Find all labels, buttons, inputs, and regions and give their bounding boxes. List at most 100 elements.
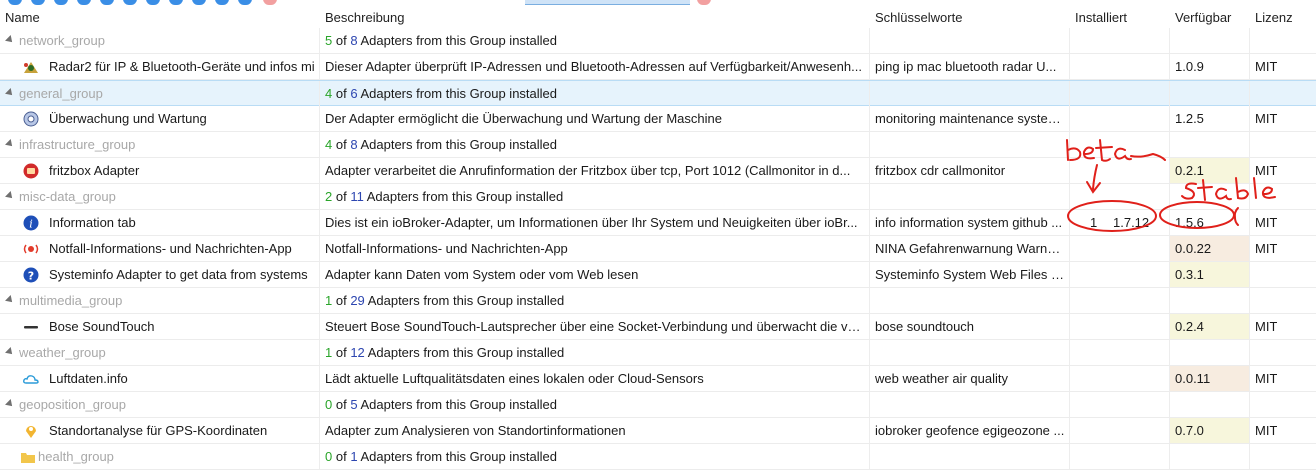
group-name: network_group bbox=[19, 33, 105, 48]
toolbar-button-icon[interactable] bbox=[123, 0, 137, 5]
adapter-keywords: iobroker geofence egigeozone ... bbox=[875, 423, 1065, 438]
toolbar-button-icon[interactable] bbox=[8, 0, 22, 5]
collapse-toggle-icon[interactable] bbox=[5, 35, 15, 45]
collapse-toggle-icon[interactable] bbox=[5, 139, 15, 149]
column-divider bbox=[1169, 392, 1170, 417]
group-row[interactable]: general_group 4 of 6 Adapters from this G… bbox=[0, 80, 1316, 106]
search-input[interactable] bbox=[525, 0, 690, 5]
group-row[interactable]: infrastructure_group 4 of 8 Adapters from… bbox=[0, 132, 1316, 158]
group-install-summary: 4 of 8 Adapters from this Group installe… bbox=[325, 132, 557, 157]
available-version[interactable]: 1.2.5 bbox=[1170, 106, 1249, 131]
adapter-description: Adapter zum Analysieren von Standortinfo… bbox=[325, 423, 626, 438]
group-row[interactable]: health_group 0 of 1 Adapters from this Gr… bbox=[0, 444, 1316, 470]
column-divider bbox=[1069, 184, 1070, 209]
column-header-installed[interactable]: Installiert bbox=[1075, 10, 1127, 25]
available-version[interactable]: 0.2.1 bbox=[1170, 158, 1249, 183]
column-divider bbox=[1069, 81, 1070, 106]
toolbar-button-icon[interactable] bbox=[263, 0, 277, 5]
available-version[interactable]: 0.0.11 bbox=[1170, 366, 1249, 391]
column-divider bbox=[869, 392, 870, 417]
adapter-row[interactable]: Standortanalyse für GPS-Koordinaten Adapt… bbox=[0, 418, 1316, 444]
adapter-name: Luftdaten.info bbox=[49, 371, 128, 386]
column-divider bbox=[1249, 106, 1250, 131]
collapse-toggle-icon[interactable] bbox=[5, 88, 15, 98]
clear-search-icon[interactable] bbox=[697, 0, 711, 5]
group-row[interactable]: misc-data_group 2 of 11 Adapters from thi… bbox=[0, 184, 1316, 210]
column-divider bbox=[869, 262, 870, 287]
column-divider bbox=[1169, 81, 1170, 106]
group-name: misc-data_group bbox=[19, 189, 116, 204]
adapter-name: Systeminfo Adapter to get data from syst… bbox=[49, 267, 308, 282]
svg-text:?: ? bbox=[28, 270, 34, 283]
group-total-count: 8 bbox=[350, 137, 358, 152]
adapter-row[interactable]: Notfall-Informations- und Nachrichten-Ap… bbox=[0, 236, 1316, 262]
column-header-keywords[interactable]: Schlüsselworte bbox=[875, 10, 962, 25]
adapter-row[interactable]: Überwachung und Wartung Der Adapter ermög… bbox=[0, 106, 1316, 132]
adapter-row[interactable]: i Information tab Dies ist ein ioBroker-Ad… bbox=[0, 210, 1316, 236]
column-divider bbox=[869, 236, 870, 261]
toolbar-button-icon[interactable] bbox=[100, 0, 114, 5]
column-divider bbox=[319, 444, 320, 469]
toolbar-button-icon[interactable] bbox=[77, 0, 91, 5]
column-divider bbox=[1069, 444, 1070, 469]
alert-icon bbox=[23, 241, 39, 257]
column-divider bbox=[1249, 236, 1250, 261]
group-row[interactable]: multimedia_group 1 of 29 Adapters from th… bbox=[0, 288, 1316, 314]
collapse-toggle-icon[interactable] bbox=[5, 295, 15, 305]
adapter-row[interactable]: Luftdaten.info Lädt aktuelle Luftqualität… bbox=[0, 366, 1316, 392]
adapter-description: Dies ist ein ioBroker-Adapter, um Inform… bbox=[325, 215, 858, 230]
group-row[interactable]: weather_group 1 of 12 Adapters from this … bbox=[0, 340, 1316, 366]
toolbar-button-icon[interactable] bbox=[146, 0, 160, 5]
group-name: infrastructure_group bbox=[19, 137, 136, 152]
column-divider bbox=[1249, 132, 1250, 157]
toolbar-button-icon[interactable] bbox=[192, 0, 206, 5]
available-version[interactable]: 0.7.0 bbox=[1170, 418, 1249, 443]
column-header-name[interactable]: Name bbox=[5, 10, 40, 25]
column-divider bbox=[1249, 184, 1250, 209]
available-version[interactable]: 1.5.6 bbox=[1170, 210, 1249, 235]
column-divider bbox=[1069, 366, 1070, 391]
toolbar-button-icon[interactable] bbox=[169, 0, 183, 5]
column-divider bbox=[1069, 106, 1070, 131]
column-header-description[interactable]: Beschreibung bbox=[325, 10, 405, 25]
group-total-count: 6 bbox=[350, 86, 358, 101]
group-installed-count: 0 bbox=[325, 397, 333, 412]
column-divider bbox=[1249, 392, 1250, 417]
column-header-license[interactable]: Lizenz bbox=[1255, 10, 1293, 25]
available-version[interactable]: 0.2.4 bbox=[1170, 314, 1249, 339]
group-row[interactable]: network_group 5 of 8 Adapters from this G… bbox=[0, 28, 1316, 54]
column-divider bbox=[319, 340, 320, 365]
available-version[interactable]: 0.0.22 bbox=[1170, 236, 1249, 261]
column-divider bbox=[1069, 210, 1070, 235]
group-row[interactable]: geoposition_group 0 of 5 Adapters from th… bbox=[0, 392, 1316, 418]
column-divider bbox=[1249, 262, 1250, 287]
collapse-toggle-icon[interactable] bbox=[5, 191, 15, 201]
column-divider bbox=[1249, 158, 1250, 183]
column-divider bbox=[869, 132, 870, 157]
adapter-description: Dieser Adapter überprüft IP-Adressen und… bbox=[325, 59, 862, 74]
column-divider bbox=[1249, 81, 1250, 106]
column-header-available[interactable]: Verfügbar bbox=[1175, 10, 1231, 25]
license: MIT bbox=[1255, 423, 1278, 438]
adapter-row[interactable]: Bose SoundTouch Steuert Bose SoundTouch-L… bbox=[0, 314, 1316, 340]
adapter-name: Bose SoundTouch bbox=[49, 319, 155, 334]
adapter-row[interactable]: fritzbox Adapter Adapter verarbeitet die … bbox=[0, 158, 1316, 184]
collapse-toggle-icon[interactable] bbox=[5, 347, 15, 357]
license: MIT bbox=[1255, 163, 1278, 178]
license: MIT bbox=[1255, 215, 1278, 230]
group-of-label: of bbox=[335, 397, 347, 412]
available-version[interactable]: 1.0.9 bbox=[1170, 54, 1249, 79]
toolbar-button-icon[interactable] bbox=[31, 0, 45, 5]
adapter-name: Radar2 für IP & Bluetooth-Geräte und inf… bbox=[49, 59, 315, 74]
available-version[interactable]: 0.3.1 bbox=[1170, 262, 1249, 287]
adapter-row[interactable]: ? Systeminfo Adapter to get data from sys… bbox=[0, 262, 1316, 288]
column-divider bbox=[1249, 288, 1250, 313]
collapse-toggle-icon[interactable] bbox=[5, 399, 15, 409]
toolbar-button-icon[interactable] bbox=[54, 0, 68, 5]
column-divider bbox=[1169, 132, 1170, 157]
column-divider bbox=[869, 81, 870, 106]
folder-icon bbox=[20, 449, 36, 465]
toolbar-button-icon[interactable] bbox=[238, 0, 252, 5]
toolbar-button-icon[interactable] bbox=[215, 0, 229, 5]
adapter-row[interactable]: Radar2 für IP & Bluetooth-Geräte und inf… bbox=[0, 54, 1316, 80]
